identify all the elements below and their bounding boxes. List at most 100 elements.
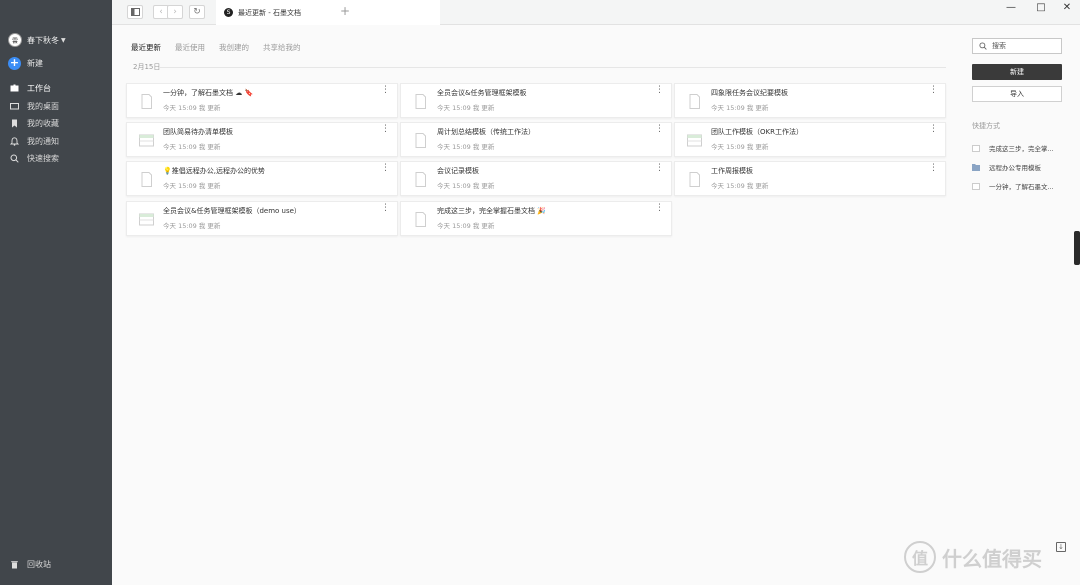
plus-icon[interactable]: + bbox=[8, 57, 21, 70]
document-card[interactable]: 💡推倡远程办公,远程办公的优势 今天 15:09 我 更新 ⋮ bbox=[126, 161, 398, 196]
sheet-icon bbox=[687, 134, 702, 147]
avatar[interactable]: 雲 bbox=[8, 33, 22, 47]
caret-down-icon[interactable]: ▼ bbox=[61, 37, 66, 44]
document-title[interactable]: 一分钟，了解石墨文档 ☁ 🔖 bbox=[163, 88, 253, 98]
sidebar-toggle-icon bbox=[130, 8, 140, 16]
document-card[interactable]: 工作周报模板今天 15:09 我 更新 ⋮ bbox=[674, 161, 946, 196]
scroll-indicator[interactable] bbox=[1074, 231, 1080, 265]
new-button[interactable]: + 新建 bbox=[8, 57, 43, 70]
more-options-icon[interactable]: ⋮ bbox=[929, 125, 938, 134]
tab-recent-used[interactable]: 最近使用 bbox=[175, 42, 205, 53]
document-title[interactable]: 周计划总结模板（传统工作法） bbox=[437, 127, 535, 137]
sidebar-item-label: 我的收藏 bbox=[27, 119, 59, 129]
sidebar-item-label: 我的桌面 bbox=[27, 101, 59, 111]
desktop-icon bbox=[10, 102, 19, 111]
sidebar-item-workspace[interactable]: 工作台 bbox=[0, 80, 112, 98]
document-title[interactable]: 四象限任务会议纪要模板 bbox=[711, 88, 788, 98]
shortcut-label[interactable]: 一分钟，了解石墨文... bbox=[989, 181, 1054, 191]
shortcut-item[interactable]: 完成这三步，完全掌... bbox=[972, 142, 1054, 154]
more-options-icon[interactable]: ⋮ bbox=[929, 86, 938, 95]
document-meta: 今天 15:09 我 更新 bbox=[163, 222, 221, 230]
shortcut-label[interactable]: 远程办公专用模板 bbox=[989, 162, 1041, 172]
sidebar-item-desktop[interactable]: 我的桌面 bbox=[0, 98, 112, 116]
new-tab-button[interactable]: + bbox=[340, 4, 350, 18]
bookmark-icon bbox=[10, 119, 19, 128]
document-card[interactable]: 周计划总结模板（传统工作法） 今天 15:09 我 更新 ⋮ bbox=[400, 122, 672, 157]
document-icon bbox=[141, 172, 152, 187]
document-title[interactable]: 会议记录模板 bbox=[437, 166, 479, 176]
tab-title[interactable]: 最近更新 - 石墨文档 bbox=[238, 8, 301, 18]
more-options-icon[interactable]: ⋮ bbox=[655, 86, 664, 95]
user-name[interactable]: 春下秋冬 bbox=[27, 35, 59, 46]
more-options-icon[interactable]: ⋮ bbox=[929, 164, 938, 173]
tab-shared-with-me[interactable]: 共享给我的 bbox=[263, 42, 301, 53]
shortcut-item[interactable]: 一分钟，了解石墨文... bbox=[972, 180, 1054, 192]
document-card[interactable]: 一分钟，了解石墨文档 ☁ 🔖 今天 15:09 我 更新 ⋮ bbox=[126, 83, 398, 118]
document-card[interactable]: 全员会议&任务管理框架模板（demo use） 今天 15:09 我 更新 ⋮ bbox=[126, 201, 398, 236]
document-title[interactable]: 💡推倡远程办公,远程办公的优势 bbox=[163, 166, 265, 176]
search-placeholder[interactable]: 搜索 bbox=[992, 41, 1006, 51]
tab-created-by-me[interactable]: 我创建的 bbox=[219, 42, 249, 53]
sidebar-item-favorites[interactable]: 我的收藏 bbox=[0, 115, 112, 133]
forward-button[interactable]: › bbox=[167, 5, 183, 19]
document-card[interactable]: 全员会议&任务管理框架模板 今天 15:09 我 更新 ⋮ bbox=[400, 83, 672, 118]
document-meta: 今天 15:09 我 更新 bbox=[437, 143, 495, 151]
close-button[interactable]: ✕ bbox=[1059, 1, 1075, 13]
more-options-icon[interactable]: ⋮ bbox=[381, 164, 390, 173]
document-meta: 今天 15:09 我 更新 bbox=[163, 143, 221, 151]
document-title[interactable]: 工作周报模板 bbox=[711, 166, 753, 176]
document-title[interactable]: 团队工作模板（OKR工作法） bbox=[711, 127, 803, 137]
document-card[interactable]: 四象限任务会议纪要模板 今天 15:09 我 更新 ⋮ bbox=[674, 83, 946, 118]
trash-icon bbox=[10, 560, 19, 569]
document-icon bbox=[415, 172, 426, 187]
document-card[interactable]: 完成这三步，完全掌握石墨文档 🎉 今天 15:09 我 更新 ⋮ bbox=[400, 201, 672, 236]
document-meta: 今天 15:09 我 更新 bbox=[437, 222, 495, 230]
document-title[interactable]: 完成这三步，完全掌握石墨文档 🎉 bbox=[437, 206, 546, 216]
download-icon[interactable]: ↓ bbox=[1056, 542, 1066, 552]
sheet-icon bbox=[139, 213, 154, 226]
more-options-icon[interactable]: ⋮ bbox=[655, 164, 664, 173]
document-icon bbox=[415, 212, 426, 227]
shortcut-item[interactable]: 远程办公专用模板 bbox=[972, 161, 1041, 173]
document-title[interactable]: 全员会议&任务管理框架模板 bbox=[437, 88, 526, 98]
more-options-icon[interactable]: ⋮ bbox=[381, 86, 390, 95]
shortcuts-title: 快捷方式 bbox=[972, 122, 1000, 130]
more-options-icon[interactable]: ⋮ bbox=[655, 125, 664, 134]
document-meta: 今天 15:09 我 更新 bbox=[437, 182, 495, 190]
shortcut-label[interactable]: 完成这三步，完全掌... bbox=[989, 143, 1054, 153]
sidebar-item-notifications[interactable]: 我的通知 bbox=[0, 133, 112, 151]
search-input[interactable]: 搜索 bbox=[972, 38, 1062, 54]
document-icon bbox=[415, 133, 426, 148]
document-meta: 今天 15:09 我 更新 bbox=[711, 182, 769, 190]
document-title[interactable]: 全员会议&任务管理框架模板（demo use） bbox=[163, 206, 301, 216]
more-options-icon[interactable]: ⋮ bbox=[381, 125, 390, 134]
document-meta: 今天 15:09 我 更新 bbox=[711, 143, 769, 151]
create-button[interactable]: 新建 bbox=[972, 64, 1062, 80]
user-menu[interactable]: 雲 春下秋冬 ▼ bbox=[8, 32, 66, 48]
sidebar-item-quick-search[interactable]: 快速搜索 bbox=[0, 150, 112, 168]
document-title[interactable]: 团队简易待办清单模板 bbox=[163, 127, 233, 137]
watermark-logo-icon: 值 bbox=[904, 541, 936, 573]
document-card[interactable]: 团队简易待办清单模板 今天 15:09 我 更新 ⋮ bbox=[126, 122, 398, 157]
search-icon bbox=[10, 154, 19, 163]
more-options-icon[interactable]: ⋮ bbox=[655, 204, 664, 213]
toggle-sidebar-button[interactable] bbox=[127, 5, 143, 19]
tab-recent[interactable]: S 最近更新 - 石墨文档 bbox=[216, 0, 440, 25]
more-options-icon[interactable]: ⋮ bbox=[381, 204, 390, 213]
sheet-icon bbox=[139, 134, 154, 147]
document-card[interactable]: 团队工作模板（OKR工作法） 今天 15:09 我 更新 ⋮ bbox=[674, 122, 946, 157]
search-icon bbox=[979, 42, 987, 50]
tab-recent-updated[interactable]: 最近更新 bbox=[131, 42, 161, 53]
import-button[interactable]: 导入 bbox=[972, 86, 1062, 102]
minimize-button[interactable]: — bbox=[1003, 1, 1019, 13]
document-card[interactable]: 会议记录模板今天 15:09 我 更新 ⋮ bbox=[400, 161, 672, 196]
refresh-icon: ↻ bbox=[193, 7, 201, 17]
maximize-button[interactable]: □ bbox=[1033, 1, 1049, 13]
trash-label[interactable]: 回收站 bbox=[27, 559, 51, 570]
trash-button[interactable]: 回收站 bbox=[10, 559, 51, 570]
refresh-button[interactable]: ↻ bbox=[189, 5, 205, 19]
document-meta: 今天 15:09 我 更新 bbox=[711, 104, 769, 112]
new-label[interactable]: 新建 bbox=[27, 58, 43, 69]
bell-icon bbox=[10, 137, 19, 146]
document-icon bbox=[141, 94, 152, 109]
